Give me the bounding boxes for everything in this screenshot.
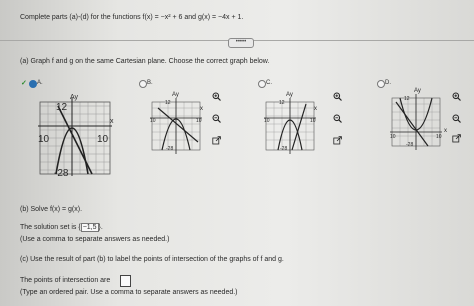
option-c-tick-top: 12 [279, 100, 285, 106]
option-c-xlabel: x [314, 106, 317, 112]
external-link-icon[interactable] [333, 136, 342, 145]
option-b-label: B. [147, 80, 153, 86]
option-a-radio[interactable] [29, 80, 37, 88]
option-d-xlabel: x [444, 128, 447, 134]
option-d-graph[interactable] [388, 92, 444, 152]
solution-text: The solution set is { [20, 224, 81, 231]
option-a-label: A. [37, 80, 43, 86]
option-d-tick-right: 10 [436, 134, 442, 140]
zoom-out-icon[interactable] [452, 114, 461, 123]
option-d-tick-bottom: -28 [406, 142, 414, 148]
option-c-tick-right: 10 [310, 118, 316, 124]
option-b-xlabel: x [200, 106, 203, 112]
external-link-icon[interactable] [452, 134, 461, 143]
zoom-in-icon[interactable] [333, 92, 342, 101]
option-a-tick-right: 10 [97, 134, 109, 145]
part-c-prompt: (c) Use the result of part (b) to label … [20, 256, 284, 263]
option-c-label: C. [266, 80, 272, 86]
part-a-prompt: (a) Graph f and g on the same Cartesian … [20, 58, 270, 65]
hint-ordered-pair: (Type an ordered pair. Use a comma to se… [20, 289, 238, 296]
option-b-ylabel: Ay [172, 92, 179, 98]
option-b-tick-bottom: -28 [166, 146, 174, 152]
option-a-xlabel: x [110, 118, 114, 125]
intersection-label: The points of intersection are [20, 277, 111, 284]
solution-close: }. [98, 224, 103, 231]
option-c-tick-bottom: -28 [280, 146, 288, 152]
zoom-in-icon[interactable] [212, 92, 221, 101]
intersection-answer-box[interactable] [120, 275, 131, 287]
option-b-tick-top: 12 [165, 100, 171, 106]
option-a-tick-left: 10 [38, 134, 50, 145]
screen: Complete parts (a)-(d) for the functions… [0, 0, 474, 306]
option-a-tick-top: 12 [56, 102, 68, 113]
question-header: Complete parts (a)-(d) for the functions… [20, 14, 244, 21]
collapse-button[interactable]: ••••• [228, 38, 254, 48]
solution-set-label: The solution set is {−1,5}. [20, 223, 103, 232]
zoom-in-icon[interactable] [452, 92, 461, 101]
option-d-radio[interactable] [377, 80, 385, 88]
option-b-graph[interactable] [148, 96, 204, 156]
option-d-label: D. [385, 80, 391, 86]
option-b-tick-left: 10 [150, 118, 156, 124]
external-link-icon[interactable] [212, 136, 221, 145]
solution-answer[interactable]: −1,5 [80, 223, 99, 232]
part-b-prompt: (b) Solve f(x) = g(x). [20, 206, 83, 213]
option-c-tick-left: 10 [264, 118, 270, 124]
option-d-tick-left: 10 [390, 134, 396, 140]
option-c-radio[interactable] [258, 80, 266, 88]
option-d-tick-top: 12 [404, 96, 410, 102]
zoom-out-icon[interactable] [212, 114, 221, 123]
option-d-ylabel: Ay [414, 88, 421, 94]
option-b-tick-right: 10 [196, 118, 202, 124]
hint-comma: (Use a comma to separate answers as need… [20, 236, 170, 243]
option-c-graph[interactable] [262, 96, 318, 156]
option-a-ylabel: Ay [70, 94, 79, 101]
option-a-tick-bottom: -28 [54, 168, 69, 179]
option-b-radio[interactable] [139, 80, 147, 88]
zoom-out-icon[interactable] [333, 114, 342, 123]
check-icon: ✓ [21, 80, 27, 87]
option-c-ylabel: Ay [286, 92, 293, 98]
